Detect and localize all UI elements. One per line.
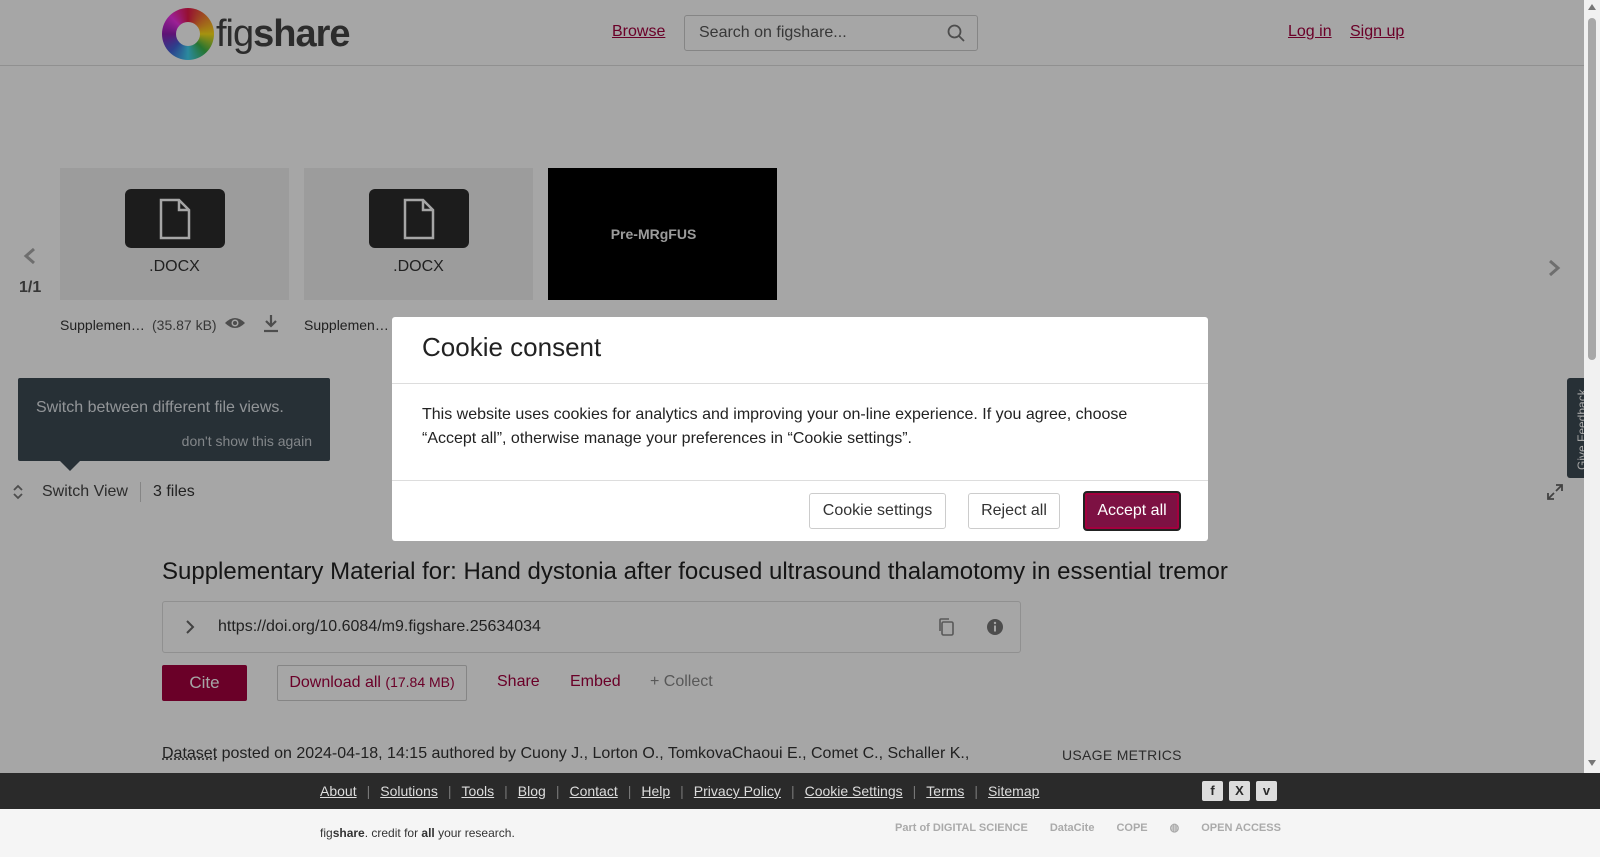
modal-header: Cookie consent (392, 317, 1208, 384)
page-scrollbar[interactable] (1584, 0, 1600, 773)
modal-divider (392, 480, 1208, 481)
vimeo-icon[interactable]: v (1256, 781, 1277, 801)
footer-credit: figshare. credit for all your research. (320, 826, 515, 840)
datacite-logo[interactable]: DataCite (1050, 822, 1095, 834)
footer-link-help[interactable]: Help (641, 783, 670, 799)
partner-logos: Part of DIGITAL SCIENCE DataCite COPE ◍ … (895, 821, 1281, 835)
x-icon[interactable]: X (1229, 781, 1250, 801)
footer-link-privacy[interactable]: Privacy Policy (694, 783, 781, 799)
reject-all-button[interactable]: Reject all (968, 493, 1060, 529)
globe-logo-icon[interactable]: ◍ (1170, 821, 1180, 834)
social-links: f X v (1202, 781, 1277, 801)
footer-bottom: figshare. credit for all your research. … (0, 809, 1600, 857)
facebook-icon[interactable]: f (1202, 781, 1223, 801)
digital-science-logo[interactable]: Part of DIGITAL SCIENCE (895, 822, 1028, 834)
footer-link-sitemap[interactable]: Sitemap (988, 783, 1039, 799)
scroll-thumb[interactable] (1588, 18, 1596, 360)
footer-nav: About | Solutions | Tools | Blog | Contact | … (0, 773, 1600, 809)
modal-body: This website uses cookies for analytics … (422, 406, 1128, 447)
accept-all-button[interactable]: Accept all (1083, 491, 1181, 531)
footer-link-terms[interactable]: Terms (926, 783, 964, 799)
footer-links: About | Solutions | Tools | Blog | Contact | … (320, 783, 1040, 799)
cookie-consent-dialog: Cookie consent This website uses cookies… (392, 317, 1208, 541)
footer-link-contact[interactable]: Contact (569, 783, 617, 799)
open-access-logo[interactable]: OPEN ACCESS (1201, 822, 1281, 834)
footer-link-tools[interactable]: Tools (461, 783, 494, 799)
cope-logo[interactable]: COPE (1116, 822, 1147, 834)
scroll-down-icon[interactable] (1588, 760, 1596, 766)
cookie-settings-button[interactable]: Cookie settings (809, 493, 946, 529)
footer-link-solutions[interactable]: Solutions (380, 783, 438, 799)
footer-link-blog[interactable]: Blog (518, 783, 546, 799)
scroll-up-icon[interactable] (1588, 4, 1596, 10)
modal-title: Cookie consent (422, 332, 602, 362)
footer-link-about[interactable]: About (320, 783, 357, 799)
footer-link-cookie-settings[interactable]: Cookie Settings (805, 783, 903, 799)
